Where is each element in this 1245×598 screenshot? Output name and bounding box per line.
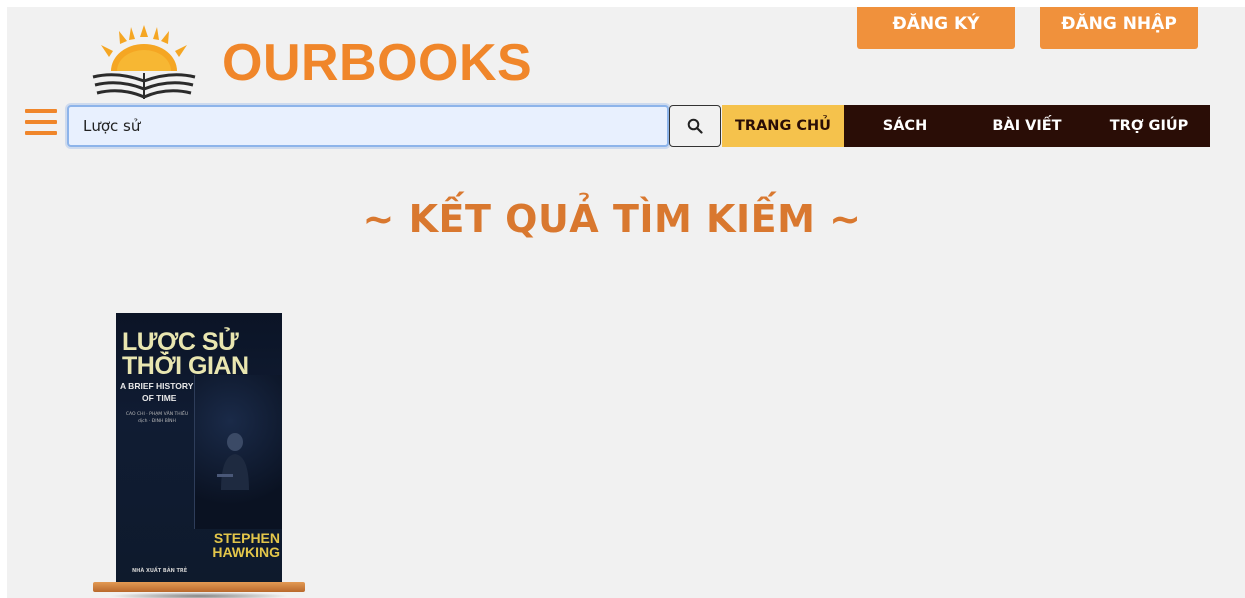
page: ĐĂNG KÝ ĐĂNG NHẬP OURBOOKS Lược sử TRANG… [7, 7, 1245, 598]
hamburger-menu-icon[interactable] [25, 109, 57, 137]
nav-help[interactable]: TRỢ GIÚP [1088, 105, 1210, 147]
search-icon [687, 118, 703, 134]
cover-subtitle-line2: OF TIME [142, 393, 177, 403]
cover-publisher: NHÀ XUẤT BẢN TRẺ [132, 568, 188, 574]
register-button[interactable]: ĐĂNG KÝ [857, 7, 1015, 49]
book-card[interactable]: LƯỢC SỬ THỜI GIAN A BRIEF HISTORY OF TIM… [93, 307, 305, 598]
nav-home[interactable]: TRANG CHỦ [722, 105, 844, 147]
cover-subtitle-line1: A BRIEF HISTORY [120, 381, 194, 391]
logo-text[interactable]: OURBOOKS [222, 33, 532, 93]
nav-posts[interactable]: BÀI VIẾT [966, 105, 1088, 147]
search-button[interactable] [669, 105, 721, 147]
main-nav: TRANG CHỦ SÁCH BÀI VIẾT TRỢ GIÚP [722, 105, 1210, 147]
cover-photo [194, 375, 282, 529]
cover-translator: CAO CHI · PHẠM VĂN THIỀU dịch · ĐINH BÌN… [125, 412, 189, 424]
cover-author-line2: HAWKING [212, 544, 280, 560]
hawking-figure-icon [217, 433, 249, 490]
login-button[interactable]: ĐĂNG NHẬP [1040, 7, 1198, 49]
search-input[interactable] [67, 105, 669, 147]
book-cover-image[interactable]: LƯỢC SỬ THỜI GIAN A BRIEF HISTORY OF TIM… [116, 313, 282, 586]
shelf [93, 582, 305, 592]
results-title: ~ KẾT QUẢ TÌM KIẾM ~ [362, 197, 862, 241]
shelf-shadow [109, 592, 289, 598]
nav-books[interactable]: SÁCH [844, 105, 966, 147]
logo-sun-book-icon[interactable] [87, 23, 201, 101]
